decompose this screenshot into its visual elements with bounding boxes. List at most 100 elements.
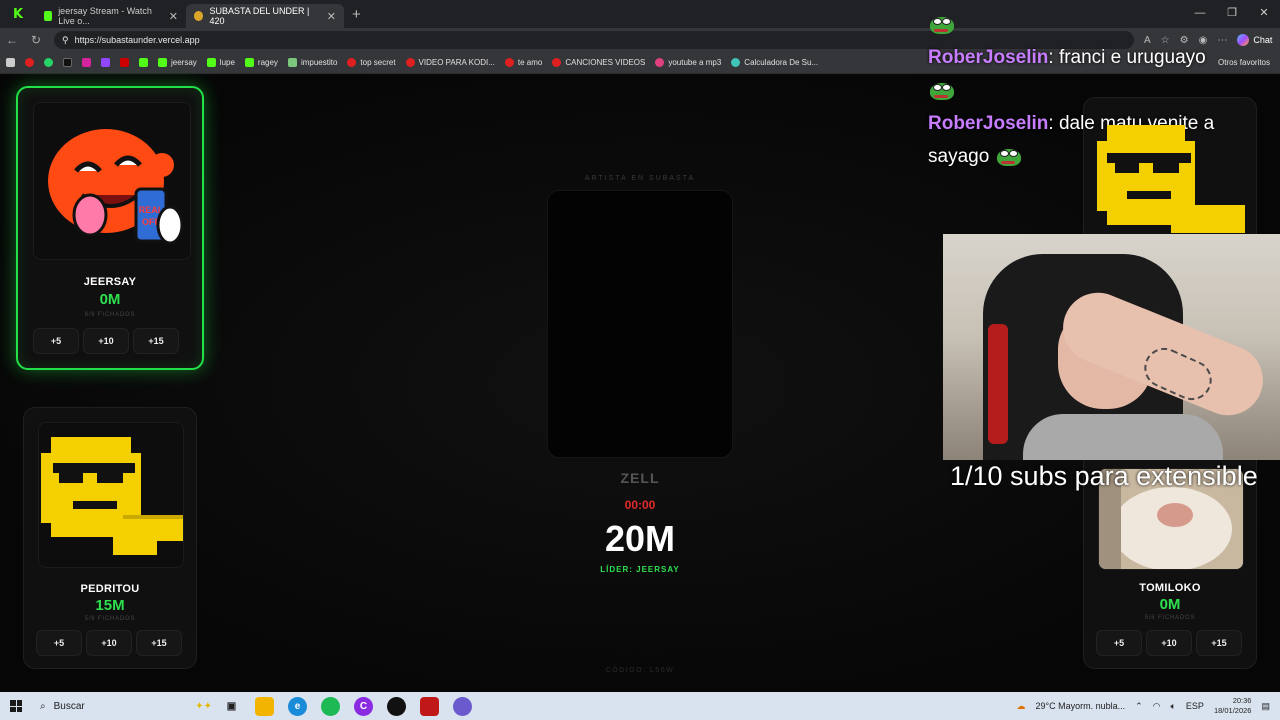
player-signed-count: 5/6 FICHADOS <box>84 616 136 622</box>
streamer-body <box>1023 414 1223 460</box>
bid-plus-15-button[interactable]: +15 <box>133 328 179 354</box>
bookmark-ragey[interactable]: ragey <box>244 58 278 67</box>
kick-icon: K <box>12 6 24 22</box>
player-card-pedritou: PEDRITOU 15M 5/6 FICHADOS +5 +10 +15 <box>23 407 197 669</box>
kick-icon <box>158 58 167 67</box>
pixel-sunglasses-emoji-icon <box>39 423 183 567</box>
bookmark-te-amo[interactable]: te amo <box>504 58 542 67</box>
new-tab-button[interactable]: + <box>352 6 361 23</box>
notifications-icon[interactable]: ▤ <box>1261 701 1270 712</box>
bid-plus-10-button[interactable]: +10 <box>86 630 132 656</box>
search-placeholder: Buscar <box>53 700 85 712</box>
bookmark-youtube-mp3[interactable]: youtube a mp3 <box>655 58 721 67</box>
bookmark-calculadora[interactable]: Calculadora De Su... <box>731 58 818 67</box>
artist-image <box>547 190 733 458</box>
tab-subasta[interactable]: SUBASTA DEL UNDER | 420 ✕ <box>186 4 344 28</box>
bookmark-jeersay[interactable]: jeersay <box>158 58 197 67</box>
bookmark[interactable] <box>139 58 148 67</box>
volume-icon[interactable]: 🔈︎ <box>1171 701 1176 712</box>
bid-buttons: +5 +10 +15 <box>36 630 182 656</box>
tab-kick-stream[interactable]: jeersay Stream - Watch Live o... ✕ <box>36 4 186 28</box>
bid-plus-15-button[interactable]: +15 <box>136 630 182 656</box>
bookmark[interactable] <box>63 58 72 67</box>
bookmark[interactable] <box>120 58 129 67</box>
bid-plus-5-button[interactable]: +5 <box>36 630 82 656</box>
bookmark[interactable] <box>101 58 110 67</box>
app-c-icon[interactable]: C <box>354 696 373 716</box>
youtube-icon <box>504 58 514 67</box>
bookmark-lupe[interactable]: lupe <box>206 58 235 67</box>
room-code: CÓDIGO: L56W <box>605 667 675 674</box>
bookmark-video-kodi[interactable]: VIDEO PARA KODI... <box>405 58 495 67</box>
player-signed-count: 5/6 FICHADOS <box>1144 615 1196 621</box>
auction-section-label: ARTISTA EN SUBASTA <box>584 175 696 182</box>
player-money: 0M <box>1159 596 1181 613</box>
calculator-icon <box>287 58 297 67</box>
pixel-sunglasses-emoji-icon <box>1097 125 1245 233</box>
spotify-icon[interactable] <box>321 696 340 716</box>
obs-icon[interactable] <box>387 696 406 716</box>
youtube-icon <box>552 58 562 67</box>
taskbar-search[interactable]: ⌕ Buscar ✦✦ <box>32 695 212 717</box>
clock[interactable]: 20:36 18/01/2026 <box>1214 696 1252 716</box>
bid-plus-5-button[interactable]: +5 <box>1096 630 1142 656</box>
url-text: https://subastaunder.vercel.app <box>74 35 200 45</box>
refresh-icon[interactable]: ↻ <box>24 33 48 47</box>
language-indicator[interactable]: ESP <box>1186 701 1204 711</box>
bid-plus-10-button[interactable]: +10 <box>1146 630 1192 656</box>
player-money: 0M <box>99 291 121 308</box>
youtube-icon <box>405 58 415 67</box>
twitch-icon <box>101 58 110 67</box>
bookmark-canciones[interactable]: CANCIONES VIDEOS <box>552 58 645 67</box>
bid-buttons: +5 +10 +15 <box>1096 630 1242 656</box>
bid-plus-5-button[interactable]: +5 <box>33 328 79 354</box>
player-signed-count: 6/6 FICHADOS <box>84 312 136 318</box>
x-icon <box>63 58 72 67</box>
close-tab-icon[interactable]: ✕ <box>169 10 178 23</box>
subs-goal-text: 1/10 subs para extensible <box>950 461 1258 491</box>
avatar: REAL OFF <box>33 102 191 260</box>
edge-icon[interactable]: e <box>288 696 307 716</box>
red-icon <box>120 58 129 67</box>
chat-emote-line <box>928 8 1268 41</box>
clock-date: 18/01/2026 <box>1213 706 1252 715</box>
bookmark-top-secret[interactable]: top secret <box>347 58 396 67</box>
app-red-icon[interactable] <box>420 696 439 716</box>
bid-plus-10-button[interactable]: +10 <box>83 328 129 354</box>
kick-icon <box>139 58 148 67</box>
discord-icon[interactable] <box>453 696 472 716</box>
start-button[interactable] <box>0 700 32 712</box>
pepe-emote-icon <box>928 80 958 102</box>
chat-text: franci e uruguayo <box>1058 47 1206 68</box>
chevron-up-icon[interactable]: ⌃ <box>1135 701 1143 712</box>
back-icon[interactable]: ← <box>0 33 24 47</box>
bookmark[interactable] <box>6 58 15 67</box>
clock-time: 20:36 <box>1232 696 1252 705</box>
close-tab-icon[interactable]: ✕ <box>327 10 336 23</box>
player-card-jeersay: REAL OFF JEERSAY 0M 6/6 FICHADOS +5 +10 … <box>16 86 204 370</box>
current-bid: 20M <box>604 518 676 559</box>
bookmark[interactable] <box>82 58 91 67</box>
bookmark-impuestito[interactable]: impuestito <box>287 58 337 67</box>
avatar <box>38 422 184 568</box>
site-info-icon[interactable]: ⚲ <box>62 35 69 46</box>
player-name: PEDRITOU <box>80 583 140 595</box>
player-name: TOMILOKO <box>1139 582 1201 594</box>
search-icon: ⌕ <box>40 700 46 712</box>
site-icon <box>194 11 204 21</box>
player-money: 15M <box>95 597 125 614</box>
wifi-icon[interactable]: ◠ <box>1153 701 1161 712</box>
pepe-emote-icon <box>928 14 958 36</box>
instagram-icon <box>82 58 91 67</box>
artist-name: ZELL <box>620 470 660 486</box>
kick-tab[interactable]: K <box>0 0 36 28</box>
weather-text[interactable]: 29°C Mayorm. nubla... <box>1035 701 1125 711</box>
taskbar-apps: ▣ e C <box>222 696 472 716</box>
chair-accent <box>988 324 1008 444</box>
file-explorer-icon[interactable] <box>255 696 274 716</box>
bookmark[interactable] <box>25 58 34 67</box>
bookmark[interactable] <box>44 58 53 67</box>
task-view-icon[interactable]: ▣ <box>222 697 241 716</box>
bid-plus-15-button[interactable]: +15 <box>1196 630 1242 656</box>
youtube-icon <box>25 58 34 67</box>
